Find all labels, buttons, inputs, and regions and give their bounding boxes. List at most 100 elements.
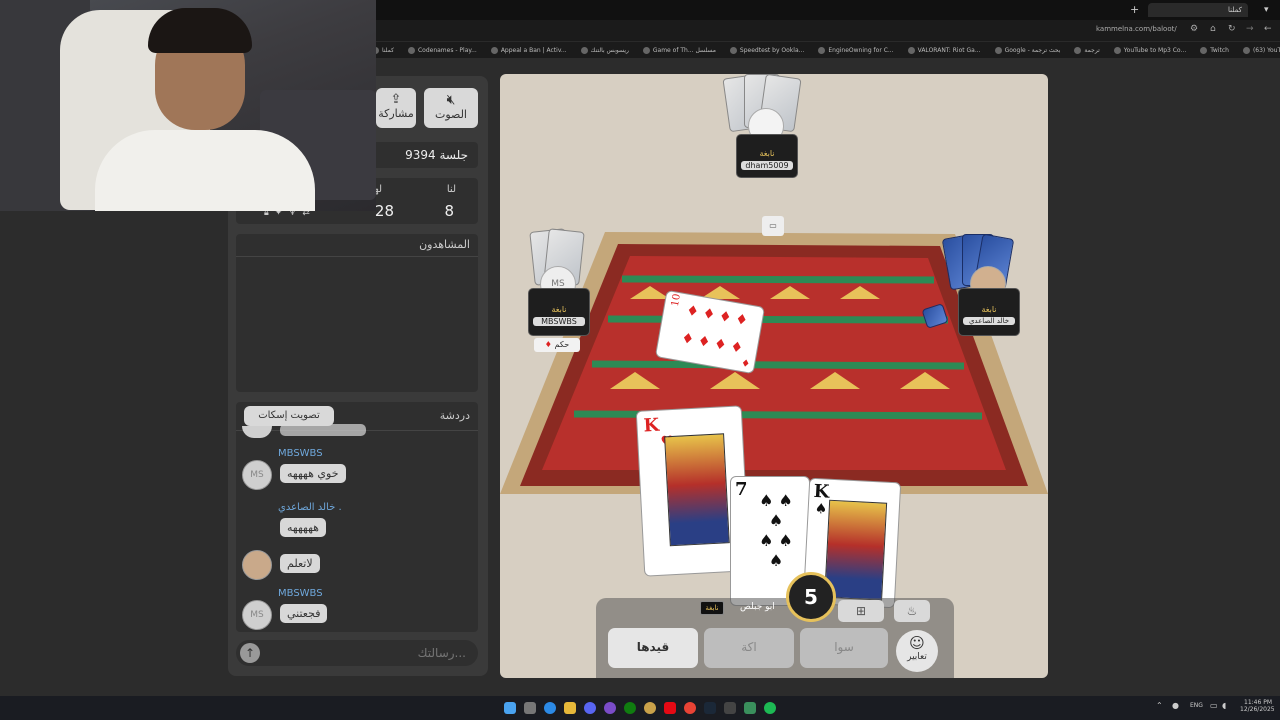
app-icon[interactable] xyxy=(604,702,616,714)
bookmark-item[interactable]: ريسوبس بالتنك xyxy=(581,47,629,54)
bookmark-item[interactable]: VALORANT: Riot Ga... xyxy=(908,47,981,54)
mute-vote-button[interactable]: تصويت إسكات xyxy=(244,406,334,426)
player-rank-tag: نابغة xyxy=(981,305,997,314)
bookmark-item[interactable]: (63) YouTube xyxy=(1243,47,1280,54)
clock-time: 11:46 PM xyxy=(1244,699,1272,706)
bookmark-item[interactable]: Appeal a Ban | Activ... xyxy=(491,47,567,54)
bookmark-item[interactable]: Codenames - Play... xyxy=(408,47,477,54)
language-indicator[interactable]: ENG xyxy=(1190,702,1203,709)
discord-icon[interactable] xyxy=(584,702,596,714)
spade-suit-icon: ♠ ♠ ♠ ♠ ♠ ♠ xyxy=(759,491,793,570)
task-view-icon[interactable] xyxy=(524,702,536,714)
share-label: مشاركة xyxy=(378,107,414,120)
bookmark-item[interactable]: ترجمة xyxy=(1074,47,1099,54)
fire-icon[interactable]: ♨ xyxy=(894,600,930,622)
xbox-icon[interactable] xyxy=(624,702,636,714)
browser-tab-active[interactable]: كملنا xyxy=(1148,3,1248,17)
avatar: MS xyxy=(242,460,272,490)
trick-indicator-icon[interactable]: ▭ xyxy=(762,216,784,236)
sound-button[interactable]: 🔇︎ الصوت xyxy=(424,88,478,128)
back-icon[interactable]: ← xyxy=(1264,24,1272,34)
bookmark-item[interactable]: Game of Th... مسلسل xyxy=(643,47,716,54)
webcam-overlay xyxy=(0,0,376,211)
card-rank: 10 xyxy=(669,292,683,308)
avatar xyxy=(242,550,272,580)
player-name: dham5009 xyxy=(741,161,793,170)
message-input-container: ↑ xyxy=(236,640,478,666)
share-button[interactable]: ⇪ مشاركة xyxy=(376,88,416,128)
us-score-label: لنا xyxy=(446,184,456,195)
start-icon[interactable] xyxy=(504,702,516,714)
speaker-muted-icon: 🔇︎ xyxy=(446,92,456,108)
chat-message: خوي ههههه xyxy=(280,464,346,483)
chrome-icon[interactable] xyxy=(684,702,696,714)
turn-timer: 5 xyxy=(786,572,836,622)
avatar xyxy=(242,426,272,438)
player-rank-tag: نابغة xyxy=(759,149,775,158)
card-rank: 7 xyxy=(735,479,748,500)
edge-icon[interactable] xyxy=(544,702,556,714)
chat-message: فجعتني xyxy=(280,604,328,623)
diamond-suit-icon: ♦♦♦♦ xyxy=(680,330,749,358)
bookmark-item[interactable]: Google - بحث ترجمة xyxy=(995,47,1061,54)
tab-menu-icon[interactable]: ▾ xyxy=(1264,3,1269,17)
reload-icon[interactable]: ↻ xyxy=(1228,24,1236,34)
file-explorer-icon[interactable] xyxy=(564,702,576,714)
new-tab-icon[interactable]: + xyxy=(1130,3,1139,17)
tray-chevron-icon[interactable]: ⌃ xyxy=(1156,701,1163,710)
home-icon[interactable]: ⌂ xyxy=(1210,24,1216,34)
clock-date: 12/26/2025 xyxy=(1240,706,1275,713)
spectators-box: المشاهدون xyxy=(236,234,478,392)
chat-username[interactable]: MBSWBS xyxy=(278,588,323,599)
spade-suit-icon: ♠ xyxy=(814,501,828,518)
app-icon[interactable] xyxy=(644,702,656,714)
bid-label: حكم xyxy=(554,340,570,349)
settings-icon[interactable]: ⚙ xyxy=(1190,24,1198,34)
player-left: نابغة MBSWBS xyxy=(528,288,590,336)
player-name: خالد الصاعدي xyxy=(963,317,1015,325)
player-rank-tag: نابغة xyxy=(551,305,567,314)
game-table: ▭ نابغة dham5009 MS نابغة MBSWBS ♦ حكم ن… xyxy=(500,74,1048,678)
chat-username[interactable]: MBSWBS xyxy=(278,448,323,459)
app-icon[interactable] xyxy=(744,702,756,714)
chat-username[interactable]: خالد الصاعدي . xyxy=(278,502,342,513)
windows-taskbar: ⌃ ● ENG ▭ ◖ 11:46 PM 12/26/2025 xyxy=(0,696,1280,720)
expressions-label: تعابير xyxy=(907,652,927,662)
gift-icon[interactable]: ⊞ xyxy=(838,600,884,622)
card-rank: K xyxy=(642,414,660,437)
bookmark-item[interactable]: YouTube to Mp3 Co... xyxy=(1114,47,1186,54)
bookmark-item[interactable]: Twitch xyxy=(1200,47,1229,54)
bookmark-item[interactable]: EngineOwning for C... xyxy=(818,47,893,54)
them-score-value: 28 xyxy=(374,202,394,220)
app-icon[interactable] xyxy=(724,702,736,714)
session-label: جلسة 9394 xyxy=(405,148,468,162)
network-icon[interactable]: ▭ xyxy=(1210,701,1218,710)
send-arrow-icon[interactable]: ↑ xyxy=(240,643,260,663)
akka-button[interactable]: اكة xyxy=(704,628,794,668)
volume-icon[interactable]: ◖ xyxy=(1222,701,1226,710)
bid-badge: ♦ حكم xyxy=(534,338,580,352)
self-player-name: ابو جبلص xyxy=(740,602,775,612)
microphone-icon[interactable]: ● xyxy=(1172,701,1179,710)
tab-title: كملنا xyxy=(1228,6,1242,14)
clock[interactable]: 11:46 PM 12/26/2025 xyxy=(1240,699,1275,713)
smiley-icon: ☺ xyxy=(909,634,925,652)
message-input[interactable] xyxy=(266,643,466,663)
sawa-button[interactable]: سوا xyxy=(800,628,888,668)
url-text[interactable]: kammelna.com/baloot/ xyxy=(1096,25,1177,33)
forward-icon[interactable]: → xyxy=(1246,24,1254,34)
netflix-icon[interactable] xyxy=(664,702,676,714)
us-score-value: 8 xyxy=(444,202,454,220)
chat-message: لاتعلم xyxy=(280,554,320,573)
qaydha-button[interactable]: قيدها xyxy=(608,628,698,668)
avatar: MS xyxy=(242,600,272,630)
chat-box: دردشة تصويت إسكات MBSWBS MS خوي ههههه خا… xyxy=(236,402,478,632)
share-icon: ⇪ xyxy=(390,92,402,107)
steam-icon[interactable] xyxy=(704,702,716,714)
bookmark-item[interactable]: Speedtest by Ookla... xyxy=(730,47,804,54)
expressions-button[interactable]: ☺ تعابير xyxy=(896,630,938,672)
player-name: MBSWBS xyxy=(533,317,585,326)
player-top: نابغة dham5009 xyxy=(736,134,798,178)
spectators-label: المشاهدون xyxy=(419,238,470,251)
spotify-icon[interactable] xyxy=(764,702,776,714)
